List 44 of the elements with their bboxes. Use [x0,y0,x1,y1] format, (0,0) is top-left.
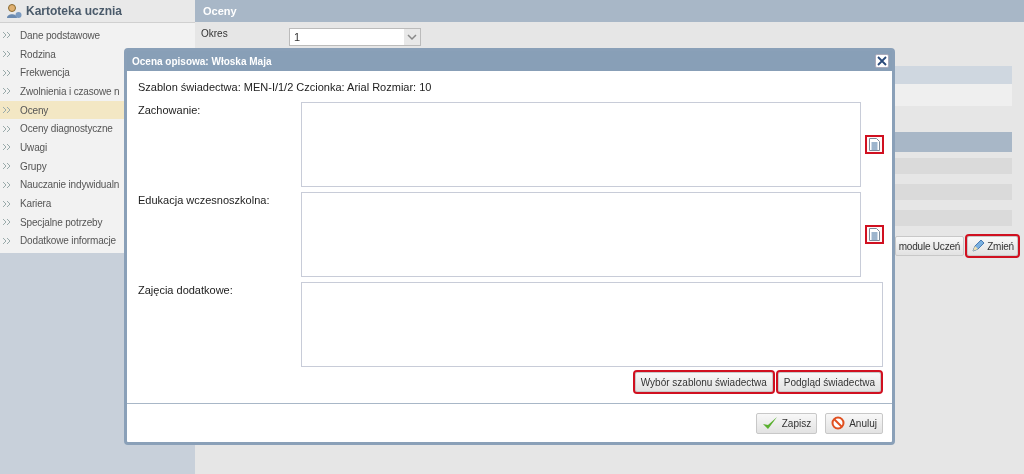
chevrons-icon [3,32,11,39]
document-icon [869,138,880,151]
action-button[interactable]: Podgląd świadectwa [777,372,881,392]
chevrons-icon [3,51,11,58]
chevrons-icon [3,144,11,151]
sidebar-title: Kartoteka ucznia [26,4,123,18]
chevrons-icon [3,219,11,226]
chevrons-icon [3,88,11,95]
template-info: Szablon świadectwa: MEN-I/1/2 Czcionka: Arial Rozmiar: 10 [138,81,433,95]
sidebar-item[interactable]: Dane podstawowe [0,26,195,45]
chevrons-icon [3,200,11,207]
chevrons-icon [3,125,11,132]
chevrons-icon [3,237,11,244]
close-button[interactable] [875,54,889,68]
cancel-button[interactable]: Anuluj [825,412,883,434]
field-label: Zajęcia dodatkowe: [138,283,234,296]
dropdown-icon [404,29,420,45]
period-label: Okres [201,28,229,40]
chevrons-icon [3,181,11,188]
sidebar-item[interactable]: Nauczanie indywidualn [0,175,195,195]
user-icon [6,3,22,19]
panel-title: Oceny [203,5,237,17]
chevrons-icon [3,107,11,114]
sidebar-item[interactable]: Uwagi [0,138,195,157]
cancel-icon [831,416,846,430]
period-select[interactable]: 1 [289,28,421,46]
action-button[interactable]: Wybór szablonu świadectwa [634,372,773,392]
checkmark-icon [761,416,778,430]
sidebar-item[interactable]: Grupy [0,156,195,176]
chevrons-icon [3,69,11,76]
dialog-title: Ocena opisowa: Włoska Maja [132,55,272,67]
save-button[interactable]: Zapisz [755,412,818,434]
action-button[interactable]: module Uczeń [894,236,965,256]
close-icon [877,56,887,66]
template-button[interactable] [865,135,884,154]
chevrons-icon [3,163,11,170]
sidebar-item[interactable]: Dodatkowe informacje [0,231,195,251]
action-button[interactable]: Zmień [967,236,1018,256]
template-button[interactable] [865,225,884,244]
sidebar-item[interactable]: Oceny diagnostyczne [0,119,195,139]
sidebar-item[interactable]: Specjalne potrzeby [0,212,195,232]
field-label: Edukacja wczesnoszkolna: [138,193,271,206]
document-icon [869,228,880,241]
pencil-icon [971,239,986,253]
